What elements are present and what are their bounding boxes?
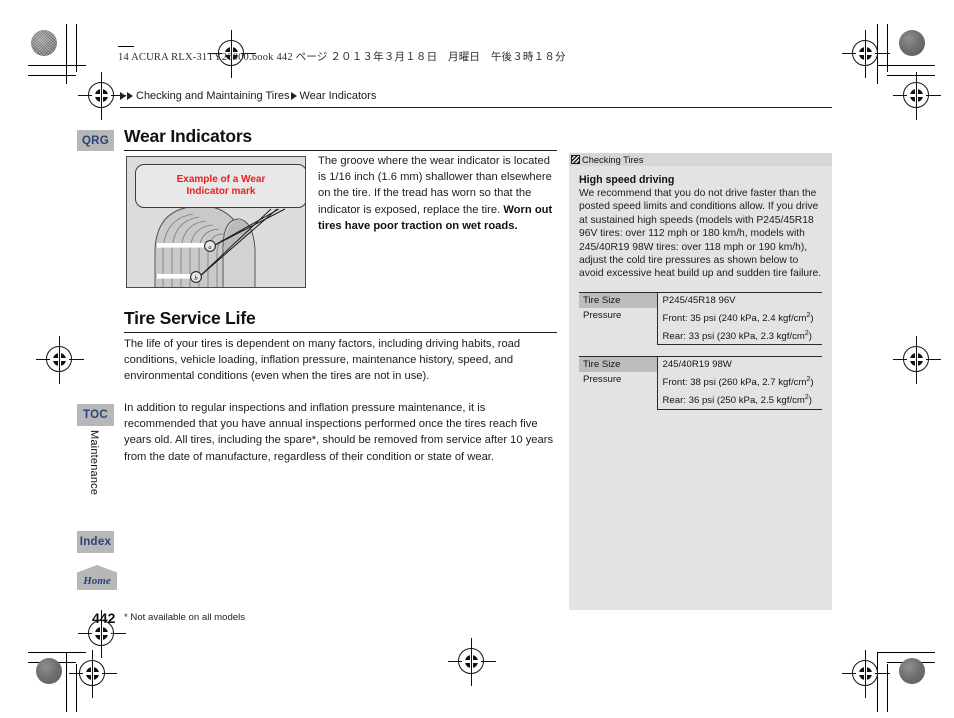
section-tab-maintenance[interactable]: Maintenance <box>88 430 100 495</box>
sidebar-item-index[interactable]: Index <box>77 531 114 553</box>
triangle-right-icon <box>120 92 126 100</box>
pressure-front-text-2: Front: 38 psi (260 kPa, 2.7 kgf/cm <box>662 377 807 389</box>
book-reference-icon <box>571 155 580 164</box>
pressure-front-close-1: ) <box>810 313 814 325</box>
pressure-rear-text-2: Rear: 36 psi (250 kPa, 2.5 kgf/cm <box>662 395 805 407</box>
home-label: Home <box>83 575 111 587</box>
tire-size-label-1: Tire Size <box>579 291 658 308</box>
print-density-blob <box>36 658 62 684</box>
sidepanel: High speed driving We recommend that you… <box>569 166 832 610</box>
print-density-blob <box>899 658 925 684</box>
svg-text:a: a <box>208 244 211 251</box>
tire-size-value-2: 245/40R19 98W <box>657 356 822 373</box>
tire-service-life-paragraph-1: The life of your tires is dependent on m… <box>124 338 521 383</box>
table-row: Tire Size 245/40R19 98W <box>579 356 822 373</box>
section-title-tire-service-life: Tire Service Life <box>124 308 256 328</box>
tire-size-value-1: P245/45R18 96V <box>657 291 822 308</box>
callout-line-2: Indicator mark <box>186 186 256 197</box>
breadcrumb-topic: Wear Indicators <box>299 90 377 102</box>
page-number: 442 <box>92 610 116 626</box>
file-header-text: 14 ACURA RLX-31TY26000.book 442 ページ ２０１３… <box>118 52 566 63</box>
registration-mark <box>69 650 117 698</box>
pressure-front-close-2: ) <box>810 377 814 389</box>
print-density-blob <box>31 30 57 56</box>
sidepanel-header: Checking Tires <box>569 153 832 166</box>
sidepanel-heading: High speed driving <box>579 174 675 186</box>
breadcrumb-section[interactable]: Checking and Maintaining Tires <box>136 90 289 102</box>
tire-size-label-2: Tire Size <box>579 356 658 373</box>
pressure-rear-text-1: Rear: 33 psi (230 kPa, 2.3 kgf/cm <box>662 331 805 343</box>
pressure-front-1: Front: 35 psi (240 kPa, 2.4 kgf/cm2) <box>657 308 822 326</box>
pressure-rear-2: Rear: 36 psi (250 kPa, 2.5 kgf/cm2) <box>657 390 822 410</box>
tire-spec-table-2: Tire Size 245/40R19 98W Pressure Front: … <box>579 356 822 410</box>
svg-text:b: b <box>194 275 197 282</box>
wear-indicator-figure: a b Example of a Wear Indicator mark <box>126 156 306 288</box>
sidebar-item-qrg[interactable]: QRG <box>77 130 114 151</box>
registration-mark <box>448 638 496 686</box>
sidebar-item-home[interactable]: Home <box>77 565 117 590</box>
tire-service-life-paragraph-2: In addition to regular inspections and i… <box>124 402 554 463</box>
wear-indicator-paragraph: The groove where the wear indicator is l… <box>318 153 558 234</box>
registration-mark <box>842 650 890 698</box>
registration-mark <box>36 336 84 384</box>
triangle-right-icon <box>127 92 133 100</box>
page-title: Wear Indicators <box>124 126 252 146</box>
sidebar-item-toc[interactable]: TOC <box>77 404 114 426</box>
pressure-rear-close-2: ) <box>808 395 812 407</box>
table-row: Pressure Front: 35 psi (240 kPa, 2.4 kgf… <box>579 307 822 345</box>
manual-page: 14 ACURA RLX-31TY26000.book 442 ページ ２０１３… <box>0 0 954 718</box>
table-row: Pressure Front: 38 psi (260 kPa, 2.7 kgf… <box>579 372 822 410</box>
triangle-right-icon <box>291 92 298 100</box>
breadcrumb: Checking and Maintaining Tires Wear Indi… <box>120 90 832 108</box>
table-row: Tire Size P245/45R18 96V <box>579 291 822 308</box>
print-density-blob <box>899 30 925 56</box>
title-rule <box>124 150 557 152</box>
registration-mark <box>893 336 941 384</box>
registration-mark <box>842 30 890 78</box>
callout-line-1: Example of a Wear <box>176 173 266 185</box>
pressure-label-2: Pressure <box>579 372 658 410</box>
section-rule <box>124 332 557 334</box>
tire-spec-table-1: Tire Size P245/45R18 96V Pressure Front:… <box>579 291 822 346</box>
figure-callout: Example of a Wear Indicator mark <box>135 164 305 208</box>
pressure-front-2: Front: 38 psi (260 kPa, 2.7 kgf/cm2) <box>657 372 822 390</box>
registration-mark <box>78 72 126 120</box>
pressure-rear-close-1: ) <box>808 331 812 343</box>
registration-mark <box>893 72 941 120</box>
sidepanel-header-label[interactable]: Checking Tires <box>582 155 644 165</box>
footnote: * Not available on all models <box>124 612 246 623</box>
sidepanel-note: We recommend that you do not drive faste… <box>579 188 822 280</box>
pressure-label-1: Pressure <box>579 307 658 345</box>
pressure-rear-1: Rear: 33 psi (230 kPa, 2.3 kgf/cm2) <box>657 326 822 346</box>
pressure-front-text-1: Front: 35 psi (240 kPa, 2.4 kgf/cm <box>662 313 807 325</box>
